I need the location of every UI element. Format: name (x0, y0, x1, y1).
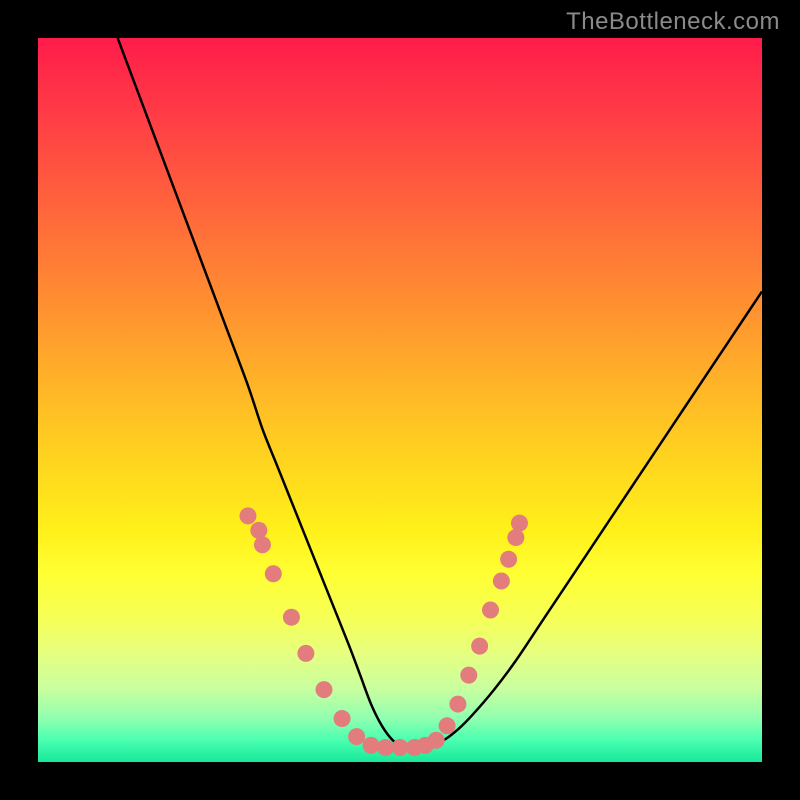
data-marker (392, 739, 409, 756)
data-marker (493, 573, 510, 590)
data-marker (254, 536, 271, 553)
data-marker (428, 732, 445, 749)
data-marker (239, 507, 256, 524)
data-marker (500, 551, 517, 568)
data-marker (511, 515, 528, 532)
data-marker (507, 529, 524, 546)
data-marker (482, 601, 499, 618)
chart-frame: TheBottleneck.com (0, 0, 800, 800)
data-marker (315, 681, 332, 698)
data-marker (377, 739, 394, 756)
data-marker (297, 645, 314, 662)
data-marker (439, 717, 456, 734)
watermark-text: TheBottleneck.com (566, 8, 780, 36)
data-marker (449, 696, 466, 713)
bottleneck-chart (0, 0, 800, 800)
data-marker (250, 522, 267, 539)
data-marker (460, 667, 477, 684)
plot-background (38, 38, 762, 762)
data-marker (363, 737, 380, 754)
data-marker (265, 565, 282, 582)
data-marker (471, 638, 488, 655)
data-marker (283, 609, 300, 626)
data-marker (348, 728, 365, 745)
data-marker (334, 710, 351, 727)
